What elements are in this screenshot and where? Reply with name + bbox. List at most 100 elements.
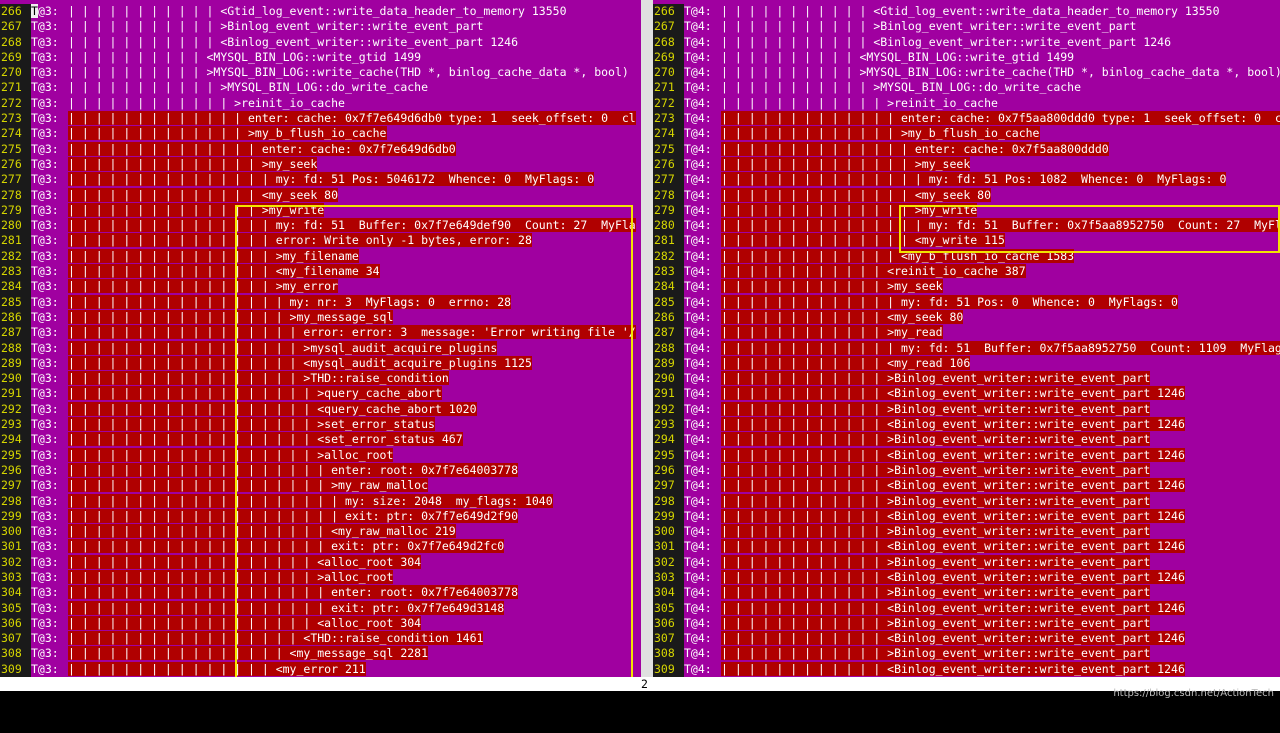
trace-line[interactable]: 276 T@3: | | | | | | | | | | | | | | >my_s… — [0, 156, 641, 173]
trace-line[interactable]: 296 T@3: | | | | | | | | | | | | | | | | |… — [0, 462, 641, 479]
trace-line[interactable]: 301 T@4: | | | | | | | | | | | | <Binlog_e… — [653, 539, 1280, 555]
trace-line[interactable]: 282 T@4: | | | | | | | | | | | | | <my_b_f… — [653, 248, 1280, 265]
trace-line[interactable]: 285 T@3: | | | | | | | | | | | | | | | | m… — [0, 294, 641, 310]
trace-line[interactable]: 294 T@4: | | | | | | | | | | | | >Binlog_e… — [653, 432, 1280, 448]
trace-line[interactable]: 295 T@3: | | | | | | | | | | | | | | | | |… — [0, 447, 641, 463]
trace-line[interactable]: 281 T@4: | | | | | | | | | | | | | | <my_w… — [653, 233, 1280, 249]
trace-line[interactable]: 275 T@4: | | | | | | | | | | | | | | enter… — [653, 141, 1280, 157]
trace-line[interactable]: 277 T@3: | | | | | | | | | | | | | | | my:… — [0, 172, 641, 188]
trace-text: | | | | | | | | | | | | | | | | | | | ex… — [68, 539, 505, 554]
trace-line[interactable]: 291 T@4: | | | | | | | | | | | | <Binlog_e… — [653, 386, 1280, 402]
trace-line[interactable]: 281 T@3: | | | | | | | | | | | | | | | err… — [0, 233, 641, 249]
trace-line[interactable]: 280 T@3: | | | | | | | | | | | | | | | my:… — [0, 218, 641, 234]
left-split-pane[interactable]: 266 T@3: | | | | | | | | | | | <Gtid_log_e… — [0, 0, 641, 677]
trace-line[interactable]: 298 T@3: | | | | | | | | | | | | | | | | |… — [0, 493, 641, 509]
trace-line[interactable]: 305 T@4: | | | | | | | | | | | | <Binlog_e… — [653, 600, 1280, 616]
trace-line[interactable]: 287 T@4: | | | | | | | | | | | | >my_read — [653, 325, 1280, 341]
trace-line[interactable]: 303 T@4: | | | | | | | | | | | | <Binlog_e… — [653, 569, 1280, 586]
trace-line[interactable]: 290 T@4: | | | | | | | | | | | | >Binlog_e… — [653, 371, 1280, 387]
trace-line[interactable]: 308 T@4: | | | | | | | | | | | | >Binlog_e… — [653, 646, 1280, 662]
trace-line[interactable]: 293 T@3: | | | | | | | | | | | | | | | | |… — [0, 417, 641, 433]
trace-line[interactable]: 272 T@3: | | | | | | | | | | | | >reinit_i… — [0, 95, 641, 112]
line-number: 277 — [0, 172, 31, 188]
trace-line[interactable]: 289 T@4: | | | | | | | | | | | | <my_read … — [653, 355, 1280, 372]
trace-line[interactable]: 294 T@3: | | | | | | | | | | | | | | | | |… — [0, 432, 641, 448]
trace-line[interactable]: 306 T@3: | | | | | | | | | | | | | | | | |… — [0, 615, 641, 632]
trace-line[interactable]: 300 T@4: | | | | | | | | | | | | >Binlog_e… — [653, 524, 1280, 540]
trace-line[interactable]: 267 T@4: | | | | | | | | | | | >Binlog_eve… — [653, 19, 1280, 35]
trace-line[interactable]: 308 T@3: | | | | | | | | | | | | | | | | <… — [0, 646, 641, 662]
trace-line[interactable]: 274 T@4: | | | | | | | | | | | | | >my_b_f… — [653, 126, 1280, 142]
trace-line[interactable]: 266 T@3: | | | | | | | | | | | <Gtid_log_e… — [0, 4, 641, 20]
trace-line[interactable]: 302 T@4: | | | | | | | | | | | | >Binlog_e… — [653, 554, 1280, 570]
trace-line[interactable]: 282 T@3: | | | | | | | | | | | | | | | >my… — [0, 248, 641, 265]
trace-line[interactable]: 271 T@3: | | | | | | | | | | | >MYSQL_BIN_… — [0, 80, 641, 96]
trace-line[interactable]: 266 T@4: | | | | | | | | | | | <Gtid_log_e… — [653, 4, 1280, 20]
command-line[interactable] — [0, 691, 1280, 707]
trace-line[interactable]: 293 T@4: | | | | | | | | | | | | <Binlog_e… — [653, 417, 1280, 433]
trace-line[interactable]: 271 T@4: | | | | | | | | | | | >MYSQL_BIN_… — [653, 80, 1280, 96]
trace-line[interactable]: 307 T@3: | | | | | | | | | | | | | | | | |… — [0, 631, 641, 647]
trace-line[interactable]: 306 T@4: | | | | | | | | | | | | >Binlog_e… — [653, 615, 1280, 632]
trace-line[interactable]: 288 T@4: | | | | | | | | | | | | | my: fd:… — [653, 340, 1280, 356]
pane-divider[interactable] — [641, 0, 653, 677]
trace-line[interactable]: 298 T@4: | | | | | | | | | | | | >Binlog_e… — [653, 493, 1280, 509]
trace-line[interactable]: 268 T@3: | | | | | | | | | | | <Binlog_eve… — [0, 34, 641, 50]
trace-line[interactable]: 297 T@4: | | | | | | | | | | | | <Binlog_e… — [653, 478, 1280, 494]
trace-line[interactable]: 288 T@3: | | | | | | | | | | | | | | | | |… — [0, 340, 641, 356]
trace-line[interactable]: 277 T@4: | | | | | | | | | | | | | | | my:… — [653, 172, 1280, 188]
trace-line[interactable]: 273 T@4: | | | | | | | | | | | | | enter: … — [653, 111, 1280, 127]
trace-line[interactable]: 276 T@4: | | | | | | | | | | | | | | >my_s… — [653, 156, 1280, 173]
trace-text: | | | | | | | | | | | | | | | | | | >all… — [68, 569, 394, 584]
trace-line[interactable]: 287 T@3: | | | | | | | | | | | | | | | | |… — [0, 325, 641, 341]
trace-line[interactable]: 299 T@4: | | | | | | | | | | | | <Binlog_e… — [653, 508, 1280, 525]
trace-line[interactable]: 278 T@3: | | | | | | | | | | | | | | <my_s… — [0, 187, 641, 203]
trace-line[interactable]: 275 T@3: | | | | | | | | | | | | | | enter… — [0, 141, 641, 157]
trace-line[interactable]: 299 T@3: | | | | | | | | | | | | | | | | |… — [0, 508, 641, 525]
trace-line[interactable]: 270 T@3: | | | | | | | | | | >MYSQL_BIN_LO… — [0, 65, 641, 81]
trace-line[interactable]: 283 T@3: | | | | | | | | | | | | | | | <my… — [0, 264, 641, 280]
trace-line[interactable]: 269 T@3: | | | | | | | | | | <MYSQL_BIN_LO… — [0, 49, 641, 66]
trace-line[interactable]: 296 T@4: | | | | | | | | | | | | >Binlog_e… — [653, 462, 1280, 479]
trace-line[interactable]: 292 T@4: | | | | | | | | | | | | >Binlog_e… — [653, 401, 1280, 418]
trace-line[interactable]: 286 T@3: | | | | | | | | | | | | | | | | >… — [0, 309, 641, 326]
trace-line[interactable]: 283 T@4: | | | | | | | | | | | | <reinit_i… — [653, 264, 1280, 280]
trace-line[interactable]: 274 T@3: | | | | | | | | | | | | | >my_b_f… — [0, 126, 641, 142]
trace-line[interactable]: 304 T@4: | | | | | | | | | | | | >Binlog_e… — [653, 585, 1280, 601]
trace-line[interactable]: 286 T@4: | | | | | | | | | | | | <my_seek … — [653, 309, 1280, 326]
thread-tag: T@4: — [684, 65, 712, 80]
trace-line[interactable]: 295 T@4: | | | | | | | | | | | | <Binlog_e… — [653, 447, 1280, 463]
trace-line[interactable]: 289 T@3: | | | | | | | | | | | | | | | | |… — [0, 355, 641, 372]
trace-line[interactable]: 272 T@4: | | | | | | | | | | | | >reinit_i… — [653, 95, 1280, 112]
trace-line[interactable]: 290 T@3: | | | | | | | | | | | | | | | | |… — [0, 371, 641, 387]
trace-line[interactable]: 273 T@3: | | | | | | | | | | | | | enter: … — [0, 111, 641, 127]
trace-line[interactable]: 307 T@4: | | | | | | | | | | | | <Binlog_e… — [653, 631, 1280, 647]
trace-line[interactable]: 270 T@4: | | | | | | | | | | >MYSQL_BIN_LO… — [653, 65, 1280, 81]
trace-line[interactable]: 301 T@3: | | | | | | | | | | | | | | | | |… — [0, 539, 641, 555]
trace-line[interactable]: 300 T@3: | | | | | | | | | | | | | | | | |… — [0, 524, 641, 540]
trace-line[interactable]: 284 T@4: | | | | | | | | | | | | >my_seek — [653, 279, 1280, 295]
trace-line[interactable]: 279 T@4: | | | | | | | | | | | | | | >my_w… — [653, 202, 1280, 219]
thread-tag: T@4: — [684, 309, 712, 324]
trace-line[interactable]: 305 T@3: | | | | | | | | | | | | | | | | |… — [0, 600, 641, 616]
trace-line[interactable]: 303 T@3: | | | | | | | | | | | | | | | | |… — [0, 569, 641, 586]
right-split-pane[interactable]: 266 T@4: | | | | | | | | | | | <Gtid_log_e… — [653, 0, 1280, 677]
trace-line[interactable]: 269 T@4: | | | | | | | | | | <MYSQL_BIN_LO… — [653, 49, 1280, 66]
trace-line[interactable]: 292 T@3: | | | | | | | | | | | | | | | | |… — [0, 401, 641, 418]
trace-line[interactable]: 309 T@4: | | | | | | | | | | | | <Binlog_e… — [653, 661, 1280, 677]
trace-line[interactable]: 297 T@3: | | | | | | | | | | | | | | | | |… — [0, 478, 641, 494]
trace-line[interactable]: 309 T@3: | | | | | | | | | | | | | | | <my… — [0, 661, 641, 677]
thread-tag: T@4: — [684, 554, 712, 569]
trace-line[interactable]: 284 T@3: | | | | | | | | | | | | | | | >my… — [0, 279, 641, 295]
trace-line[interactable]: 267 T@3: | | | | | | | | | | | >Binlog_eve… — [0, 19, 641, 35]
trace-line[interactable]: 302 T@3: | | | | | | | | | | | | | | | | |… — [0, 554, 641, 570]
trace-line[interactable]: 304 T@3: | | | | | | | | | | | | | | | | |… — [0, 585, 641, 601]
line-number: 283 — [653, 264, 684, 280]
trace-line[interactable]: 285 T@4: | | | | | | | | | | | | | my: fd:… — [653, 294, 1280, 310]
line-number: 294 — [653, 432, 684, 448]
trace-line[interactable]: 280 T@4: | | | | | | | | | | | | | | | my:… — [653, 218, 1280, 234]
trace-line[interactable]: 279 T@3: | | | | | | | | | | | | | | >my_w… — [0, 202, 641, 219]
trace-line[interactable]: 291 T@3: | | | | | | | | | | | | | | | | |… — [0, 386, 641, 402]
trace-line[interactable]: 278 T@4: | | | | | | | | | | | | | | <my_s… — [653, 187, 1280, 203]
trace-line[interactable]: 268 T@4: | | | | | | | | | | | <Binlog_eve… — [653, 34, 1280, 50]
